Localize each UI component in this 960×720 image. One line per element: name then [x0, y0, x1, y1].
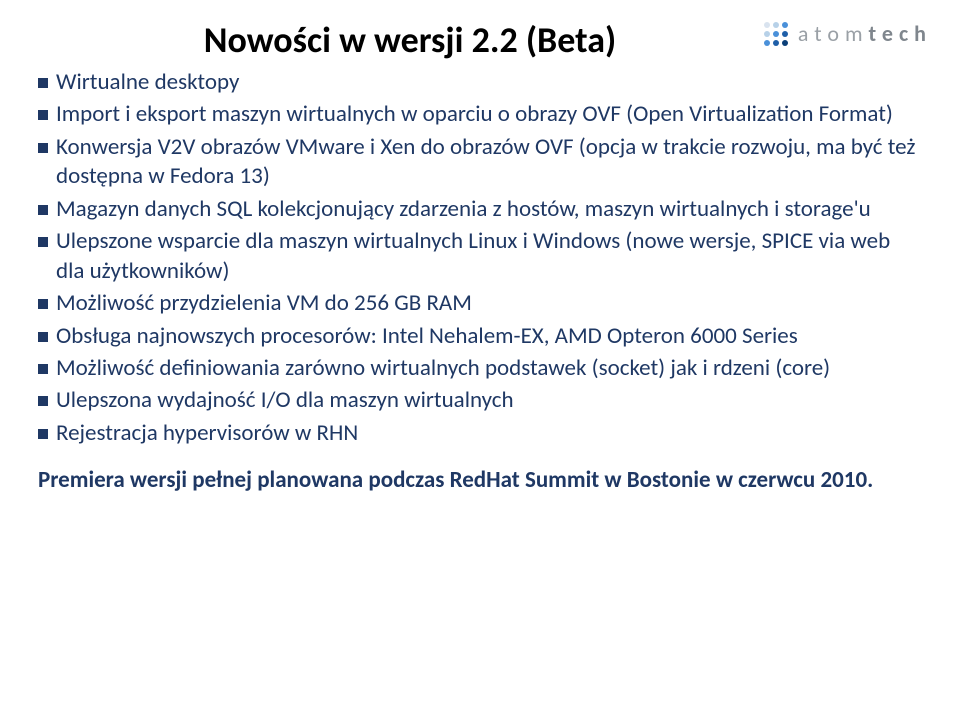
list-item: Możliwość definiowania zarówno wirtualny… — [38, 354, 922, 383]
bullet-list: Wirtualne desktopy Import i eksport masz… — [38, 68, 922, 448]
logo-dots-icon — [764, 22, 788, 46]
brand-right: tech — [869, 20, 932, 47]
list-item: Ulepszone wsparcie dla maszyn wirtualnyc… — [38, 227, 922, 286]
list-item: Obsługa najnowszych procesorów: Intel Ne… — [38, 322, 922, 351]
list-item: Wirtualne desktopy — [38, 68, 922, 97]
footer-note: Premiera wersji pełnej planowana podczas… — [38, 466, 922, 495]
list-item: Możliwość przydzielenia VM do 256 GB RAM — [38, 289, 922, 318]
list-item: Konwersja V2V obrazów VMware i Xen do ob… — [38, 133, 922, 192]
brand-logo: atomtech — [764, 20, 932, 47]
list-item: Rejestracja hypervisorów w RHN — [38, 419, 922, 448]
list-item: Magazyn danych SQL kolekcjonujący zdarze… — [38, 195, 922, 224]
slide-title: Nowości w wersji 2.2 (Beta) — [98, 18, 722, 62]
list-item: Import i eksport maszyn wirtualnych w op… — [38, 100, 922, 129]
list-item: Ulepszona wydajność I/O dla maszyn wirtu… — [38, 386, 922, 415]
brand-left: atom — [798, 20, 869, 47]
brand-name: atomtech — [798, 20, 932, 47]
slide-content: Nowości w wersji 2.2 (Beta) Wirtualne de… — [0, 0, 960, 496]
